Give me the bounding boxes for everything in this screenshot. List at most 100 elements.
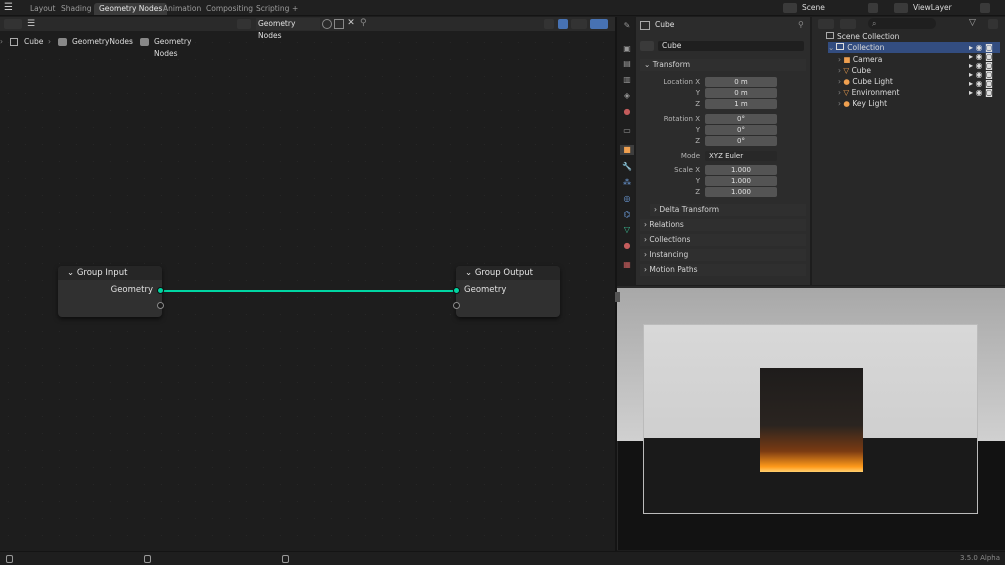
- chevron-down-icon[interactable]: ⌄: [828, 43, 834, 52]
- outliner-item-environment[interactable]: › ▽ Environment: [838, 87, 899, 98]
- display-mode-icon[interactable]: [840, 19, 856, 29]
- eye-icon[interactable]: ▸ ◉ ◙: [969, 88, 993, 97]
- constraints-icon[interactable]: ⌬: [622, 210, 632, 220]
- editor-type-icon[interactable]: [818, 19, 834, 29]
- outliner-item-label: Key Light: [852, 99, 888, 108]
- rotation-z-field[interactable]: 0°: [705, 136, 777, 146]
- scene-icon[interactable]: ◈: [622, 91, 632, 101]
- outliner-item-cube-light[interactable]: › ● Cube Light: [838, 76, 893, 87]
- eye-icon[interactable]: ▸ ◉ ◙: [969, 70, 993, 79]
- 3d-viewport[interactable]: [615, 286, 1005, 550]
- chevron-down-icon[interactable]: ⌄: [465, 268, 472, 278]
- chevron-right-icon[interactable]: ›: [838, 55, 841, 64]
- cube-object[interactable]: [760, 368, 863, 472]
- outliner-item-cube[interactable]: › ▽ Cube: [838, 65, 871, 76]
- group-input-header[interactable]: ⌄ Group Input: [58, 266, 162, 280]
- output-icon[interactable]: ▤: [622, 59, 632, 69]
- new-scene-icon[interactable]: [868, 3, 878, 13]
- mouse-right-icon: [282, 555, 289, 563]
- scale-y-field[interactable]: 1.000: [705, 176, 777, 186]
- relations-label: Relations: [649, 220, 684, 229]
- mode-label: Mode: [680, 152, 700, 160]
- new-view-layer-icon[interactable]: [980, 3, 990, 13]
- eye-icon[interactable]: ▸ ◉ ◙: [969, 43, 993, 52]
- transform-panel-header[interactable]: ⌄ Transform: [640, 59, 806, 71]
- new-collection-icon[interactable]: [988, 19, 998, 29]
- rotation-y-label: Y: [695, 126, 700, 134]
- main-menu-icon[interactable]: ☰: [4, 3, 16, 13]
- world-icon[interactable]: ●: [622, 107, 632, 117]
- chevron-down-icon[interactable]: ⌄: [67, 268, 74, 278]
- instancing-panel[interactable]: › Instancing: [640, 249, 806, 261]
- search-icon[interactable]: ⌕: [868, 18, 936, 29]
- light-icon: ●: [843, 99, 850, 108]
- transform-panel-title: Transform: [652, 60, 690, 69]
- location-y-field[interactable]: 0 m: [705, 88, 777, 98]
- rotation-x-field[interactable]: 0°: [705, 114, 777, 124]
- location-z-field[interactable]: 1 m: [705, 99, 777, 109]
- add-workspace-button[interactable]: +: [287, 3, 303, 15]
- object-type-icon[interactable]: [640, 41, 654, 51]
- scene-collection-label: Scene Collection: [837, 32, 900, 41]
- delta-transform-panel[interactable]: › Delta Transform: [650, 204, 806, 216]
- motion-paths-panel[interactable]: › Motion Paths: [640, 264, 806, 276]
- scene-name[interactable]: Scene: [802, 2, 825, 14]
- rotation-mode-select[interactable]: XYZ Euler: [705, 151, 777, 161]
- chevron-right-icon[interactable]: ›: [838, 88, 841, 97]
- version-label: 3.5.0 Alpha: [960, 554, 1000, 562]
- particles-icon[interactable]: ⁂: [622, 178, 632, 188]
- collection-label: Collection: [847, 43, 885, 52]
- location-x-field[interactable]: 0 m: [705, 77, 777, 87]
- collection-icon[interactable]: ▭: [622, 126, 632, 136]
- view-layer-name[interactable]: ViewLayer: [913, 2, 952, 14]
- material-icon[interactable]: ●: [622, 241, 632, 251]
- relations-panel[interactable]: › Relations: [640, 219, 806, 231]
- eye-icon[interactable]: ▸ ◉ ◙: [969, 79, 993, 88]
- scene-icon[interactable]: [783, 3, 797, 13]
- chevron-right-icon[interactable]: ›: [838, 77, 841, 86]
- outliner: ⌕ ▽ Scene Collection ⌄ Collection › ■ Cam…: [812, 17, 1005, 285]
- data-icon[interactable]: ▽: [622, 225, 632, 235]
- outliner-item-label: Cube: [851, 66, 871, 75]
- texture-icon[interactable]: ▦: [622, 260, 632, 270]
- group-input-title: Group Input: [76, 268, 128, 278]
- group-input-empty-socket[interactable]: [157, 302, 164, 309]
- scale-z-label: Z: [695, 188, 700, 196]
- scale-z-field[interactable]: 1.000: [705, 187, 777, 197]
- eye-icon[interactable]: ▸ ◉ ◙: [969, 52, 993, 61]
- tab-animation[interactable]: Animation: [158, 3, 206, 15]
- object-name-field[interactable]: Cube: [658, 41, 804, 51]
- tab-shading[interactable]: Shading: [56, 3, 96, 15]
- status-bar: 3.5.0 Alpha: [0, 551, 1005, 565]
- physics-icon[interactable]: ◎: [622, 194, 632, 204]
- scale-x-field[interactable]: 1.000: [705, 165, 777, 175]
- view-layer-icon[interactable]: ▥: [622, 75, 632, 85]
- outliner-item-key-light[interactable]: › ● Key Light: [838, 98, 887, 109]
- tab-geometry-nodes[interactable]: Geometry Nodes: [94, 3, 168, 15]
- modifier-icon[interactable]: 🔧: [622, 162, 632, 172]
- chevron-right-icon[interactable]: ›: [838, 66, 841, 75]
- object-icon: [640, 21, 650, 30]
- group-output-empty-socket[interactable]: [453, 302, 460, 309]
- tab-compositing[interactable]: Compositing: [201, 3, 258, 15]
- group-input-geometry-socket[interactable]: [157, 287, 164, 294]
- group-input-node[interactable]: ⌄ Group Input Geometry: [58, 266, 162, 317]
- view-layer-icon[interactable]: [894, 3, 908, 13]
- scene-collection-row[interactable]: Scene Collection: [826, 31, 899, 42]
- rotation-y-field[interactable]: 0°: [705, 125, 777, 135]
- viewport-handle[interactable]: [615, 292, 620, 302]
- chevron-right-icon[interactable]: ›: [838, 99, 841, 108]
- render-icon[interactable]: ▣: [622, 44, 632, 54]
- chevron-down-icon[interactable]: ⌄: [644, 60, 650, 69]
- group-output-header[interactable]: ⌄ Group Output: [456, 266, 560, 280]
- collections-panel[interactable]: › Collections: [640, 234, 806, 246]
- group-output-node[interactable]: ⌄ Group Output Geometry: [456, 266, 560, 317]
- group-output-geometry-socket[interactable]: [453, 287, 460, 294]
- pin-icon[interactable]: ⚲: [798, 20, 804, 29]
- outliner-item-camera[interactable]: › ■ Camera: [838, 54, 882, 65]
- filter-icon[interactable]: ▽: [969, 18, 976, 28]
- object-properties-icon[interactable]: ■: [620, 145, 634, 155]
- tool-icon[interactable]: ✎: [622, 21, 632, 31]
- collections-label: Collections: [649, 235, 691, 244]
- eye-icon[interactable]: ▸ ◉ ◙: [969, 61, 993, 70]
